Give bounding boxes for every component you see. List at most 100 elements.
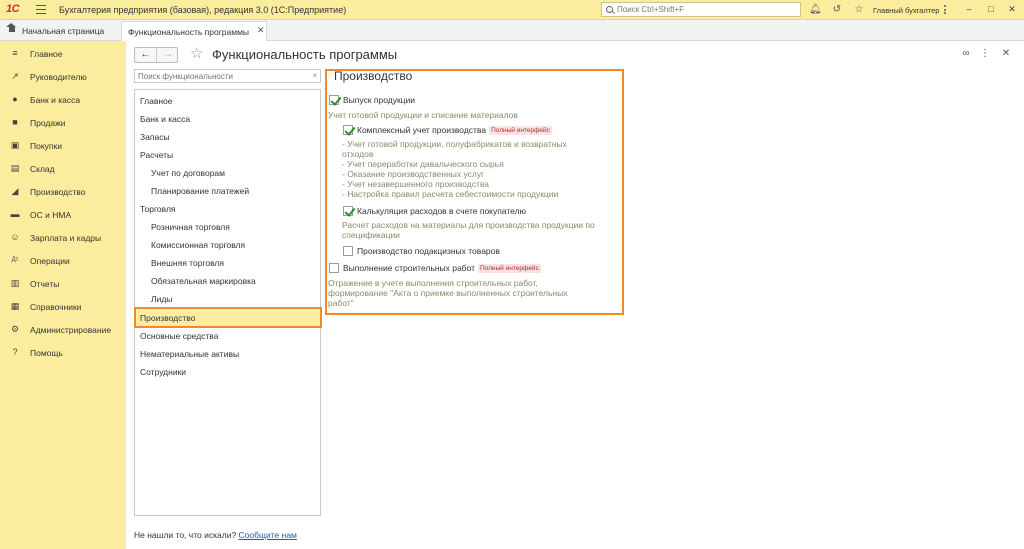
bell-icon[interactable]: 🔔︎ [809,4,822,16]
maximize-button[interactable]: □ [985,3,997,16]
gear-icon: ⚙ [10,324,20,334]
tree-item[interactable]: Комиссионная торговля [135,236,320,254]
construction-label: Выполнение строительных работ [343,263,475,273]
link-icon[interactable]: ∞ [960,48,972,60]
sidebar-item-label: Зарплата и кадры [30,233,102,243]
clear-search-icon[interactable]: × [312,71,317,80]
book-icon: ▦ [10,301,20,311]
sidebar-item-label: Помощь [30,348,63,358]
release-checkbox[interactable] [329,95,339,105]
complex-checkbox[interactable] [343,125,353,135]
sidebar-item-warehouse[interactable]: ▤ Склад [0,158,126,178]
sidebar-item-bank[interactable]: ● Банк и касса [0,89,126,109]
sidebar: ≡ Главное ↗ Руководителю ● Банк и касса … [0,41,126,549]
cart-icon: ▣ [10,140,20,150]
search-icon [606,6,613,13]
tab-functionality[interactable]: Функциональность программы ✕ [121,21,267,41]
tree-item[interactable]: Внешняя торговля [135,254,320,272]
sidebar-item-label: Администрирование [30,325,112,335]
tree-item[interactable]: Торговля [135,200,320,218]
forward-button[interactable]: → [157,48,179,62]
history-icon[interactable]: ↺ [831,4,843,16]
tree-item[interactable]: Планирование платежей [135,182,320,200]
global-search[interactable] [601,2,801,17]
main-menu-icon[interactable] [36,5,46,14]
app-logo: 1С [6,3,20,15]
tree-item[interactable]: Основные средства [135,327,320,345]
construction-hint: Отражение в учете выполнения строительны… [328,278,568,308]
trend-icon: ↗ [11,71,19,81]
history-nav: ← → [134,47,178,63]
calc-checkbox[interactable] [343,206,353,216]
more-actions-icon[interactable]: ⋮ [979,48,991,60]
tree-item[interactable]: Учет по договорам [135,164,320,182]
box-icon: ▤ [10,163,20,173]
functionality-search-input[interactable] [135,70,305,82]
app-title: Бухгалтерия предприятия (базовая), редак… [59,5,347,15]
release-label: Выпуск продукции [343,95,416,105]
favorite-star-icon[interactable]: ☆ [190,46,203,62]
calc-hint: Расчет расходов на материалы для произво… [342,220,595,240]
sidebar-item-purchases[interactable]: ▣ Покупки [0,135,126,155]
sidebar-item-sales[interactable]: ■ Продажи [0,112,126,132]
tree-item[interactable]: Лиды [135,290,320,308]
page-title: Функциональность программы [212,47,398,62]
sidebar-item-reports[interactable]: ▥ Отчеты [0,273,126,293]
truck-icon: ▬ [10,209,20,219]
sidebar-item-label: Операции [30,256,70,266]
sidebar-item-label: Главное [30,49,63,59]
sidebar-item-main[interactable]: ≡ Главное [0,43,126,63]
menu-lines-icon: ≡ [12,48,18,58]
sidebar-item-label: Отчеты [30,279,60,289]
user-name[interactable]: Главный бухгалтер [873,6,939,15]
factory-icon: ◢ [11,186,19,196]
tree-item[interactable]: Банк и касса [135,110,320,128]
sidebar-item-production[interactable]: ◢ Производство [0,181,126,201]
tree-item[interactable]: Расчеты [135,146,320,164]
tab-home[interactable]: Начальная страница [0,20,118,41]
sidebar-item-help[interactable]: ? Помощь [0,342,126,362]
sidebar-item-label: Справочники [30,302,82,312]
tree-item[interactable]: Розничная торговля [135,218,320,236]
favorites-star-icon[interactable]: ☆ [853,4,865,16]
back-button[interactable]: ← [135,48,157,62]
sidebar-item-label: Склад [30,164,55,174]
tree-item[interactable]: Нематериальные активы [135,345,320,363]
tree-item[interactable]: Сотрудники [135,363,320,381]
close-tab-icon[interactable]: ✕ [257,25,265,36]
sidebar-item-director[interactable]: ↗ Руководителю [0,66,126,86]
close-window-button[interactable]: ✕ [1006,3,1018,16]
sidebar-item-admin[interactable]: ⚙ Администрирование [0,319,126,339]
construction-checkbox[interactable] [329,263,339,273]
minimize-button[interactable]: – [963,3,975,16]
sidebar-item-label: Продажи [30,118,66,128]
kebab-menu-icon[interactable] [944,5,946,15]
sidebar-item-catalogs[interactable]: ▦ Справочники [0,296,126,316]
dt-kt-icon: Дт [11,257,19,263]
tab-bar: Начальная страница Функциональность прог… [0,20,1024,41]
feedback-link[interactable]: Сообщите нам [239,530,297,540]
tree-item[interactable]: Главное [135,92,320,110]
tree-item[interactable]: Запасы [135,128,320,146]
feedback-prompt: Не нашли то, что искали? Сообщите нам [134,530,297,540]
home-icon [6,23,16,34]
excise-checkbox[interactable] [343,246,353,256]
close-form-icon[interactable]: ✕ [1000,48,1012,60]
question-icon: ? [12,347,18,357]
sidebar-item-label: Банк и касса [30,95,81,105]
tab-functionality-label: Функциональность программы [128,27,250,37]
excise-label: Производство подакцизных товаров [357,246,500,256]
full-interface-badge: Полный интерфейс [489,126,552,135]
people-icon: ☺ [10,232,20,242]
sidebar-item-fixed-assets[interactable]: ▬ ОС и НМА [0,204,126,224]
sidebar-item-operations[interactable]: Дт Операции [0,250,126,270]
sidebar-item-label: Покупки [30,141,62,151]
functionality-search[interactable]: × [134,69,321,83]
full-interface-badge: Полный интерфейс [477,264,541,273]
tree-item[interactable]: Обязательная маркировка [135,272,320,290]
sidebar-item-label: ОС и НМА [30,210,72,220]
sidebar-item-salary[interactable]: ☺ Зарплата и кадры [0,227,126,247]
global-search-input[interactable] [617,4,797,15]
section-tree: Главное Банк и касса Запасы Расчеты Учет… [134,89,321,516]
calc-label: Калькуляция расходов в счете покупателю [357,206,526,216]
